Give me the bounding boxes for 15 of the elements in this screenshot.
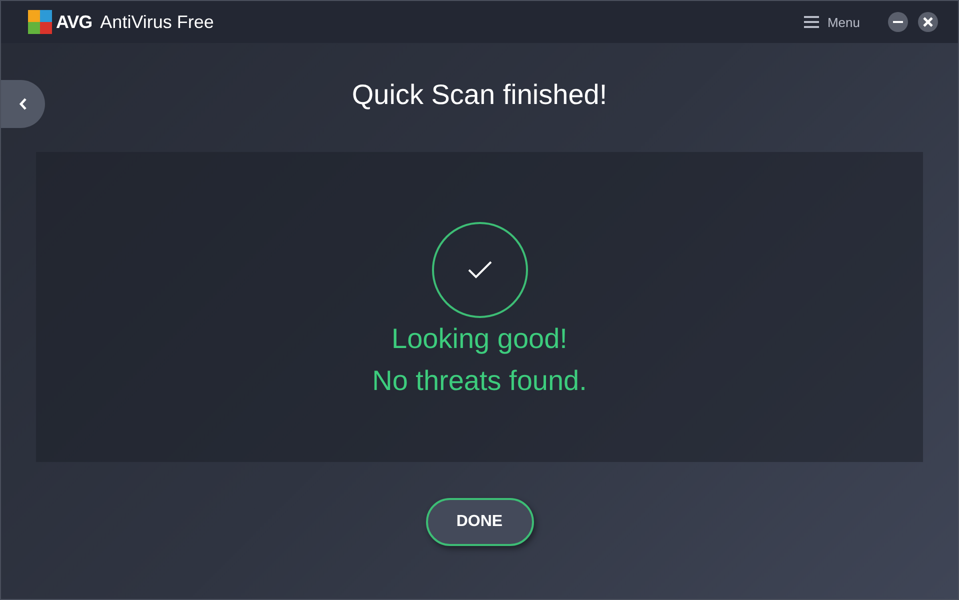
minimize-icon (893, 21, 903, 23)
back-icon (19, 98, 27, 110)
minimize-button[interactable] (888, 12, 908, 32)
check-circle-icon (432, 222, 528, 318)
close-icon (923, 17, 933, 27)
app-title: AntiVirus Free (100, 12, 214, 32)
brand-name: AVG (56, 12, 92, 32)
done-button[interactable]: DONE (426, 498, 534, 546)
logo-icon (28, 10, 52, 34)
close-button[interactable] (918, 12, 938, 32)
menu-icon (804, 16, 820, 28)
result-message: No threats found. (372, 364, 587, 398)
scan-heading: Quick Scan finished! (352, 78, 608, 112)
menu-button[interactable]: Menu (804, 14, 860, 30)
result-message: Looking good! (392, 322, 568, 356)
